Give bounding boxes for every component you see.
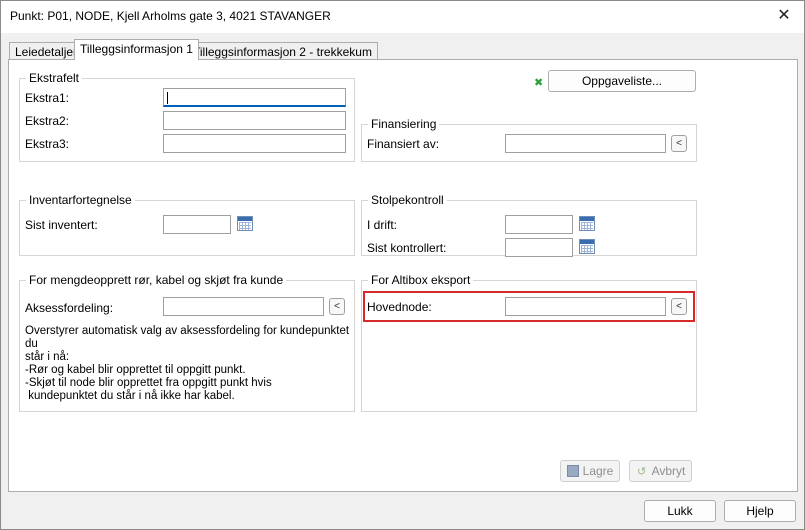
ekstra2-input[interactable] bbox=[163, 111, 346, 130]
x-icon: ✖ bbox=[534, 77, 544, 89]
finansiert-av-input[interactable] bbox=[505, 134, 666, 153]
save-icon bbox=[566, 465, 579, 477]
undo-icon: ↺ bbox=[636, 466, 647, 478]
save-button[interactable]: Lagre bbox=[560, 460, 620, 482]
tab-tilleggsinformasjon-2[interactable]: Tilleggsinformasjon 2 - trekkekum bbox=[187, 42, 378, 60]
calendar-icon[interactable] bbox=[579, 239, 595, 254]
tab-leiedetaljer[interactable]: Leiedetaljer bbox=[9, 42, 84, 60]
group-title-ekstrafelt: Ekstrafelt bbox=[26, 71, 83, 85]
aksessfordeling-lookup-button[interactable]: < bbox=[329, 298, 345, 315]
hovednode-label: Hovednode: bbox=[367, 300, 432, 314]
group-mengdeopprett: For mengdeopprett rør, kabel og skjøt fr… bbox=[19, 273, 355, 412]
title-bar: Punkt: P01, NODE, Kjell Arholms gate 3, … bbox=[1, 1, 804, 33]
close-icon[interactable]: ✕ bbox=[772, 5, 796, 27]
group-title-stolpekontroll: Stolpekontroll bbox=[368, 193, 447, 207]
sist-inventert-label: Sist inventert: bbox=[25, 218, 98, 232]
hovednode-input[interactable] bbox=[505, 297, 666, 316]
finansiert-av-label: Finansiert av: bbox=[367, 137, 440, 151]
aksessfordeling-input[interactable] bbox=[163, 297, 324, 316]
i-drift-input[interactable] bbox=[505, 215, 573, 234]
group-title-mengde: For mengdeopprett rør, kabel og skjøt fr… bbox=[26, 273, 287, 287]
cancel-button[interactable]: ↺ Avbryt bbox=[629, 460, 692, 482]
group-title-altibox: For Altibox eksport bbox=[368, 273, 474, 287]
i-drift-label: I drift: bbox=[367, 218, 398, 232]
finansiert-av-lookup-button[interactable]: < bbox=[671, 135, 687, 152]
ekstra3-input[interactable] bbox=[163, 134, 346, 153]
help-button[interactable]: Hjelp bbox=[724, 500, 796, 522]
text-caret bbox=[167, 92, 168, 104]
sist-kontrollert-input[interactable] bbox=[505, 238, 573, 257]
oppgaveliste-button[interactable]: Oppgaveliste... bbox=[548, 70, 696, 92]
ekstra1-input[interactable] bbox=[163, 88, 346, 107]
sist-kontrollert-label: Sist kontrollert: bbox=[367, 241, 447, 255]
ekstra1-label: Ekstra1: bbox=[25, 91, 70, 105]
dialog-window: Punkt: P01, NODE, Kjell Arholms gate 3, … bbox=[0, 0, 805, 530]
group-ekstrafelt: Ekstrafelt Ekstra1: Ekstra2: Ekstra3: bbox=[19, 71, 355, 162]
calendar-icon[interactable] bbox=[237, 216, 253, 231]
calendar-icon[interactable] bbox=[579, 216, 595, 231]
group-title-inventar: Inventarfortegnelse bbox=[26, 193, 135, 207]
aksessfordeling-label: Aksessfordeling: bbox=[25, 301, 114, 315]
sist-inventert-input[interactable] bbox=[163, 215, 231, 234]
group-finansiering: Finansiering Finansiert av: < bbox=[361, 117, 697, 162]
hovednode-lookup-button[interactable]: < bbox=[671, 298, 687, 315]
aksessfordeling-description: Overstyrer automatisk valg av aksessford… bbox=[25, 325, 350, 402]
tab-panel: Ekstrafelt Ekstra1: Ekstra2: Ekstra3: ✖ … bbox=[8, 59, 798, 492]
window-title: Punkt: P01, NODE, Kjell Arholms gate 3, … bbox=[10, 9, 331, 23]
ekstra2-label: Ekstra2: bbox=[25, 114, 70, 128]
group-altibox: For Altibox eksport Hovednode: < bbox=[361, 273, 697, 412]
group-title-finansiering: Finansiering bbox=[368, 117, 440, 131]
ekstra3-label: Ekstra3: bbox=[25, 137, 70, 151]
group-inventarfortegnelse: Inventarfortegnelse Sist inventert: bbox=[19, 193, 355, 256]
tab-tilleggsinformasjon-1[interactable]: Tilleggsinformasjon 1 bbox=[74, 39, 199, 60]
lukk-button[interactable]: Lukk bbox=[644, 500, 716, 522]
group-stolpekontroll: Stolpekontroll I drift: Sist kontrollert… bbox=[361, 193, 697, 257]
